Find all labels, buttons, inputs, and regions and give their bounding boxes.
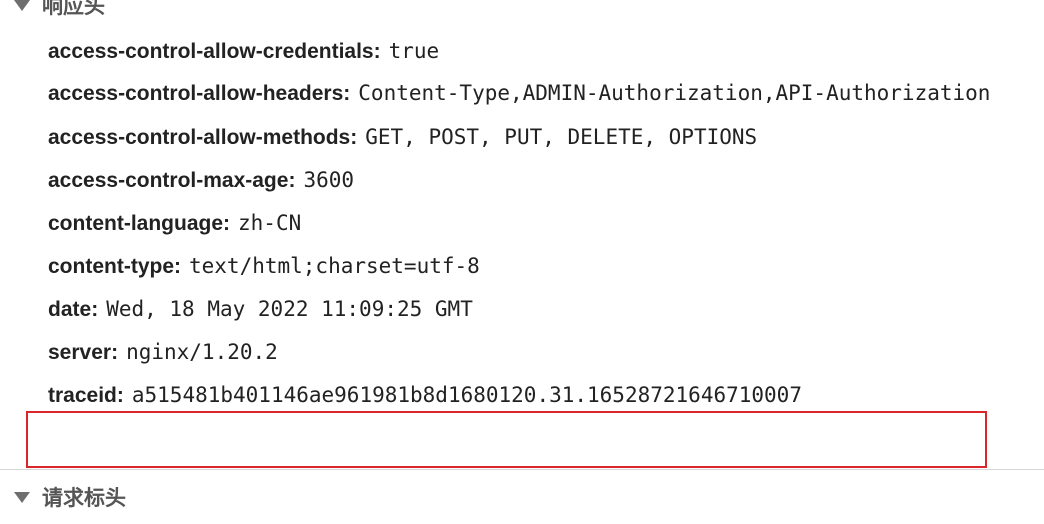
header-colon: :: [91, 298, 99, 321]
header-colon: :: [111, 341, 119, 364]
header-row: date: Wed, 18 May 2022 11:09:25 GMT: [48, 288, 1042, 331]
triangle-down-icon: [14, 0, 30, 11]
header-name: date: [48, 298, 92, 321]
header-row: access-control-allow-headers: Content-Typ…: [48, 73, 1042, 114]
response-headers-list: access-control-allow-credentials: true ac…: [48, 30, 1042, 417]
response-headers-toggle[interactable]: 响应头: [14, 0, 105, 22]
header-value: 3600: [303, 168, 355, 192]
header-value: a515481b401146ae961981b8d1680120.31.1652…: [131, 383, 802, 407]
header-name: access-control-allow-methods: [48, 126, 351, 149]
triangle-down-icon: [14, 491, 30, 503]
header-colon: :: [343, 82, 351, 105]
request-headers-title: 请求标头: [42, 486, 126, 510]
header-value: zh-CN: [238, 211, 302, 235]
section-divider: [0, 469, 1044, 470]
header-colon: :: [116, 384, 124, 407]
header-colon: :: [373, 40, 381, 63]
header-value: nginx/1.20.2: [126, 340, 278, 364]
header-name: access-control-allow-headers: [48, 82, 344, 105]
header-row: server: nginx/1.20.2: [48, 331, 1042, 374]
header-name: access-control-allow-credentials: [48, 40, 374, 63]
header-name: access-control-max-age: [48, 169, 289, 192]
header-colon: :: [288, 169, 296, 192]
header-name: content-language: [48, 212, 224, 235]
header-name: traceid: [48, 384, 117, 407]
header-row: access-control-allow-credentials: true: [48, 30, 1042, 73]
header-value: Content-Type,ADMIN-Authorization,API-Aut…: [358, 81, 991, 105]
header-colon: :: [350, 126, 358, 149]
header-colon: :: [174, 255, 181, 278]
request-headers-toggle[interactable]: 请求标头: [14, 480, 126, 514]
header-name: server: [48, 341, 112, 364]
header-row: content-language: zh-CN: [48, 202, 1042, 245]
header-row: access-control-allow-methods: GET, POST, …: [48, 116, 1042, 159]
header-value: text/html;charset=utf-8: [189, 254, 480, 278]
header-name: content-type: [48, 255, 174, 278]
header-value: GET, POST, PUT, DELETE, OPTIONS: [365, 125, 758, 149]
header-value: Wed, 18 May 2022 11:09:25 GMT: [106, 297, 473, 321]
traceid-highlight-box: [26, 411, 987, 468]
header-row: content-type: text/html;charset=utf-8: [48, 245, 1042, 288]
header-colon: :: [223, 212, 231, 235]
header-row: access-control-max-age: 3600: [48, 159, 1042, 202]
header-value: true: [388, 39, 440, 63]
response-headers-title: 响应头: [42, 0, 105, 18]
